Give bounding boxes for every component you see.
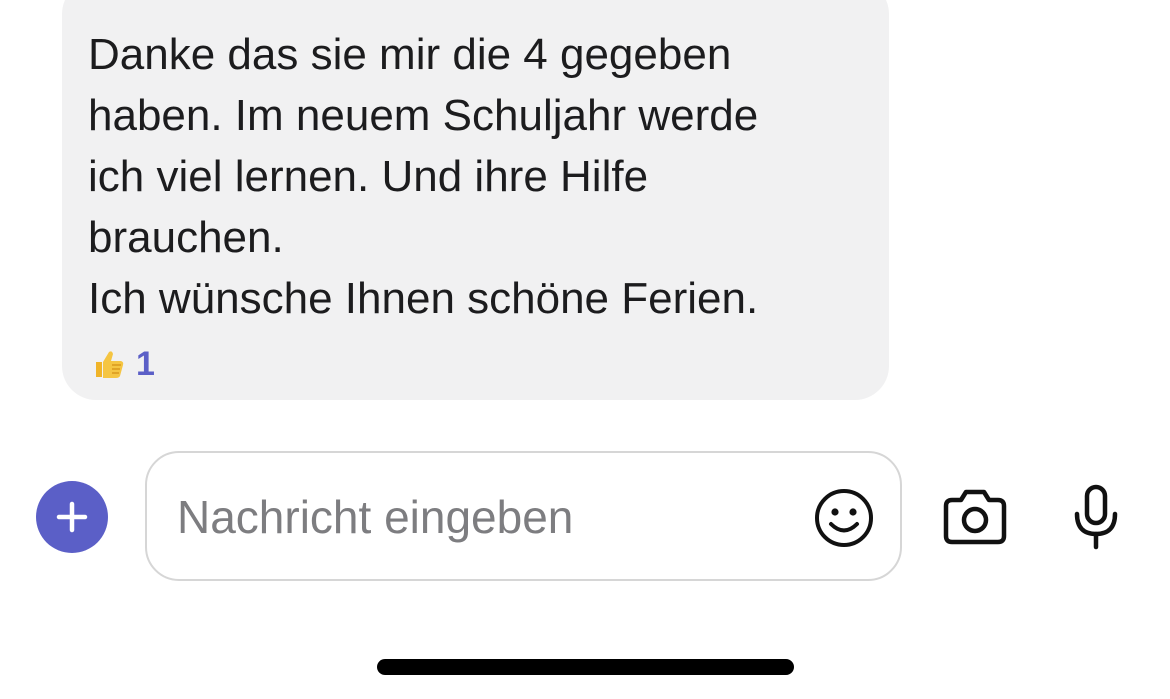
message-line: brauchen. xyxy=(88,213,284,262)
reaction-count: 1 xyxy=(136,344,155,383)
message-line: ich viel lernen. Und ihre Hilfe xyxy=(88,152,649,201)
message-composer xyxy=(145,451,902,581)
thumbs-up-icon xyxy=(96,351,124,378)
chat-screen: Danke das sie mir die 4 gegeben haben. I… xyxy=(0,0,1170,699)
add-attachment-button[interactable] xyxy=(36,481,108,553)
message-line: haben. Im neuem Schuljahr werde xyxy=(88,91,759,140)
home-indicator[interactable] xyxy=(377,659,794,675)
camera-icon[interactable] xyxy=(942,486,1008,546)
reaction-badge[interactable]: 1 xyxy=(92,344,155,384)
message-line: Danke das sie mir die 4 gegeben xyxy=(88,30,732,79)
message-text: Danke das sie mir die 4 gegeben haben. I… xyxy=(88,24,878,329)
microphone-icon[interactable] xyxy=(1072,484,1120,550)
smiley-icon[interactable] xyxy=(813,487,875,549)
plus-icon xyxy=(56,501,88,533)
message-line: Ich wünsche Ihnen schöne Ferien. xyxy=(88,274,759,323)
message-input[interactable] xyxy=(175,481,779,553)
